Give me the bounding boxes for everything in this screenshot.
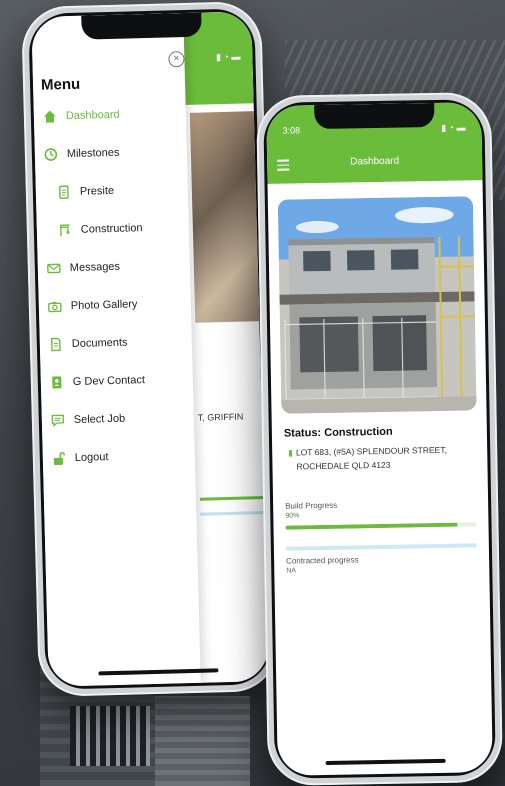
- address-line-2: ROCHEDALE QLD 4123: [296, 459, 391, 472]
- menu-item-label: Construction: [80, 222, 143, 236]
- menu-item-label: Logout: [74, 451, 109, 465]
- status-icons: ▮ ◔ ▬: [441, 122, 466, 133]
- chat-icon: [50, 412, 66, 428]
- menu-item-dashboard[interactable]: Dashboard: [42, 107, 120, 125]
- page-title: Dashboard: [350, 155, 400, 168]
- side-drawer: × Menu Dashboard Milestones Presite Cons…: [31, 13, 201, 687]
- menu-item-select-job[interactable]: Select Job: [50, 411, 126, 429]
- menu-item-messages[interactable]: Messages: [46, 259, 121, 277]
- phone-screen-dashboard: 3:08 ▮ ◔ ▬ Dashboard Status: Constructio…: [266, 102, 493, 776]
- menu-item-label: G Dev Contact: [72, 374, 146, 389]
- menu-item-g-dev-contact[interactable]: G Dev Contact: [49, 372, 146, 391]
- lock-icon: [51, 450, 67, 466]
- menu-item-presite[interactable]: Presite: [56, 183, 115, 201]
- job-address: ▮ LOT 683, (#5A) SPLENDOUR STREET, ROCHED…: [288, 443, 447, 474]
- phone-screen-menu: ▮ ◔ ▬ T, GRIFFIN × Menu Dashboard Milest…: [31, 11, 269, 687]
- document-icon: [56, 184, 72, 200]
- location-pin-icon: ▮: [288, 447, 293, 458]
- build-progress-value: 90%: [285, 512, 300, 520]
- home-indicator: [325, 758, 446, 765]
- phone-menu: ▮ ◔ ▬ T, GRIFFIN × Menu Dashboard Milest…: [21, 0, 279, 698]
- phone-notch: [313, 103, 435, 130]
- file-icon: [48, 336, 64, 352]
- menu-item-photo-gallery[interactable]: Photo Gallery: [47, 296, 138, 314]
- build-progress-bar: [285, 522, 477, 530]
- menu-item-documents[interactable]: Documents: [48, 335, 128, 353]
- contracted-progress-bar: [285, 543, 477, 551]
- contact-book-icon: [49, 374, 65, 390]
- contracted-progress-value: NA: [286, 567, 297, 575]
- menu-item-label: Documents: [71, 336, 128, 351]
- background-progress-bar: [199, 495, 269, 501]
- phone-dashboard: 3:08 ▮ ◔ ▬ Dashboard Status: Constructio…: [255, 92, 504, 786]
- menu-item-label: Milestones: [66, 146, 120, 161]
- camera-icon: [47, 298, 63, 314]
- menu-item-label: Messages: [69, 260, 121, 275]
- house-photo[interactable]: [277, 196, 477, 414]
- menu-item-label: Dashboard: [65, 108, 120, 123]
- contracted-progress-label: Contracted progress: [286, 555, 359, 566]
- phone-notch: [81, 12, 202, 40]
- menu-item-label: Photo Gallery: [70, 298, 138, 313]
- menu-item-milestones[interactable]: Milestones: [43, 145, 120, 163]
- menu-title: Menu: [40, 75, 81, 94]
- address-line-1: LOT 683, (#5A) SPLENDOUR STREET,: [295, 444, 447, 458]
- job-status: Status: Construction: [283, 425, 393, 440]
- mail-icon: [46, 260, 62, 276]
- background-garage-door: [155, 696, 250, 786]
- status-icons: ▮ ◔ ▬: [215, 51, 241, 63]
- background-contracted-bar: [200, 510, 269, 516]
- home-icon: [42, 108, 58, 124]
- clock-icon: [43, 146, 59, 162]
- menu-item-logout[interactable]: Logout: [51, 449, 109, 467]
- background-fence: [70, 706, 150, 766]
- menu-item-label: Presite: [79, 184, 115, 198]
- build-progress-fill: [285, 522, 458, 530]
- crane-icon: [57, 222, 73, 238]
- background-address: T, GRIFFIN: [197, 411, 244, 423]
- menu-item-construction[interactable]: Construction: [57, 220, 143, 238]
- status-time: 3:08: [282, 125, 301, 136]
- build-progress-label: Build Progress: [285, 500, 338, 511]
- menu-item-label: Select Job: [73, 412, 126, 427]
- close-icon[interactable]: ×: [168, 51, 185, 68]
